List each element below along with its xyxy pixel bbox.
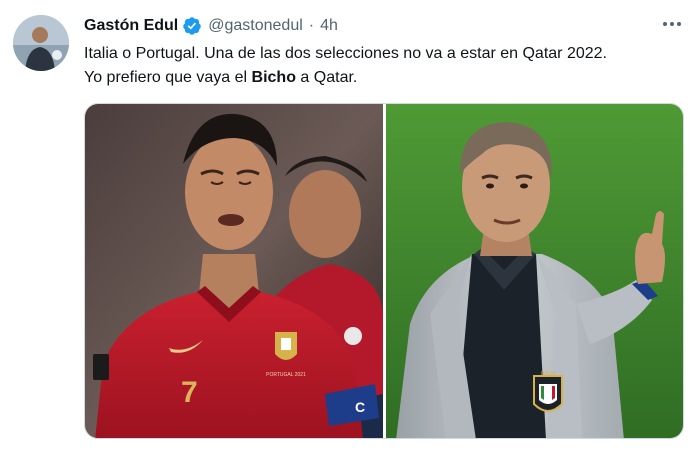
separator-dot: ·	[308, 17, 315, 34]
captain-armband-text: C	[355, 399, 365, 415]
tweet-text-line-1: Italia o Portugal. Una de las dos selecc…	[84, 45, 607, 62]
italy-crest-icon: ITALIA	[533, 371, 563, 412]
tweet-text: Italia o Portugal. Una de las dos selecc…	[84, 42, 684, 90]
media-photo-left[interactable]: PORTUGAL 2021 7 C	[85, 104, 383, 438]
more-options-icon[interactable]	[660, 14, 684, 34]
jersey-number: 7	[181, 376, 198, 409]
tweet-text-line-2-start: Yo prefiero que vaya el	[84, 69, 252, 86]
tweet-media[interactable]: PORTUGAL 2021 7 C ITALIA	[84, 103, 684, 439]
tweet[interactable]: Gastón Edul @gastonedul · 4h Italia o Po…	[0, 0, 700, 454]
verified-badge-icon	[182, 16, 202, 36]
tweet-text-bold-word: Bicho	[251, 69, 296, 86]
author-name[interactable]: Gastón Edul	[84, 17, 178, 35]
tweet-header: Gastón Edul @gastonedul · 4h	[84, 15, 338, 37]
author-handle[interactable]: @gastonedul	[208, 17, 303, 35]
tweet-timestamp[interactable]: 4h	[320, 17, 338, 35]
italy-crest-text: ITALIA	[541, 371, 557, 377]
author-avatar[interactable]	[13, 15, 69, 71]
portugal-badge-text: PORTUGAL 2021	[266, 372, 306, 378]
tweet-text-line-2: Yo prefiero que vaya el Bicho a Qatar.	[84, 66, 684, 90]
tweet-text-line-2-end: a Qatar.	[295, 69, 358, 86]
media-photo-right[interactable]: ITALIA	[386, 104, 683, 438]
avatar-image	[13, 15, 69, 71]
